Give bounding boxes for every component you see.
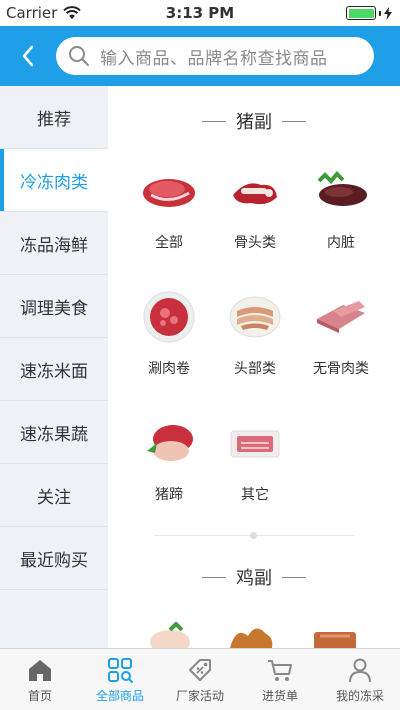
tab-label: 首页: [27, 688, 52, 703]
chevron-left-icon: [22, 45, 34, 67]
home-icon: [29, 659, 51, 681]
category-cell-boneless[interactable]: 无骨肉类: [298, 292, 384, 418]
search-placeholder: 输入商品、品牌名称查找商品: [100, 48, 328, 69]
status-bar: Carrier 3:13 PM: [0, 0, 400, 26]
category-label: 全部: [155, 235, 183, 251]
section-title-chicken: 鸡副: [108, 564, 400, 590]
cart-icon: [268, 659, 292, 681]
back-button[interactable]: [0, 26, 56, 86]
sidebar-item-frozen-meat[interactable]: 冷冻肉类: [0, 149, 108, 212]
category-cell-trotters[interactable]: 猪蹄: [126, 418, 212, 544]
pig-head-slices-icon: [225, 292, 285, 342]
chicken-thumb-3[interactable]: [312, 626, 358, 648]
tab-purchase-order[interactable]: 进货单: [240, 649, 320, 710]
sidebar-item-recommend[interactable]: 推荐: [0, 86, 108, 149]
charging-icon: [384, 6, 392, 20]
section-title-text: 鸡副: [236, 568, 272, 589]
wifi-icon: [63, 6, 82, 19]
search-input[interactable]: 输入商品、品牌名称查找商品: [56, 37, 374, 75]
tab-vendor-promotions[interactable]: 厂家活动: [160, 649, 240, 710]
sidebar-item-label: 冻品海鲜: [20, 235, 88, 256]
battery-icon: [346, 6, 376, 20]
category-cell-all[interactable]: 全部: [126, 166, 212, 292]
category-label: 涮肉卷: [148, 361, 190, 377]
category-cell-meat-rolls[interactable]: 涮肉卷: [126, 291, 212, 418]
sidebar-item-follow[interactable]: 关注: [0, 464, 108, 527]
tab-all-products[interactable]: 全部商品: [80, 649, 160, 710]
category-cell-other[interactable]: 其它: [212, 418, 298, 544]
sidebar-item-label: 速冻米面: [20, 361, 88, 382]
sidebar-item-label: 关注: [37, 487, 71, 508]
category-label: 无骨肉类: [313, 361, 369, 377]
pork-chunk-icon: [139, 166, 199, 216]
category-label: 骨头类: [234, 235, 276, 251]
category-label: 其它: [241, 487, 269, 503]
offal-icon: [311, 166, 371, 216]
category-cell-head[interactable]: 头部类: [212, 292, 298, 418]
section-divider-dot: [250, 532, 257, 539]
category-label: 猪蹄: [155, 487, 183, 503]
search-icon: [69, 46, 89, 66]
header: 输入商品、品牌名称查找商品: [0, 26, 400, 86]
category-cell-bones[interactable]: 骨头类: [212, 166, 298, 292]
meat-roll-plate-icon: [139, 291, 199, 343]
tab-my-account[interactable]: 我的冻采: [320, 649, 400, 710]
discount-tag-icon: [189, 658, 211, 681]
tab-label: 我的冻采: [335, 688, 384, 703]
tab-home[interactable]: 首页: [0, 649, 80, 710]
tab-label: 进货单: [261, 688, 298, 703]
grid-search-icon: [108, 657, 133, 683]
tab-label: 厂家活动: [175, 688, 224, 703]
sidebar-item-prepared-food[interactable]: 调理美食: [0, 275, 108, 338]
carrier-label: Carrier: [6, 4, 58, 22]
category-cell-offal[interactable]: 内脏: [298, 166, 384, 292]
pork-pack-icon: [225, 418, 285, 468]
category-content: 猪副 全部 骨头类 内脏 涮肉卷 头部类 无骨肉类 猪蹄 其它 鸡副: [108, 86, 400, 648]
pork-trotter-icon: [139, 418, 199, 468]
section-title-pork: 猪副: [108, 108, 400, 134]
sidebar-item-frozen-noodles[interactable]: 速冻米面: [0, 338, 108, 401]
battery-tip: [379, 10, 381, 16]
category-label: 内脏: [327, 235, 355, 251]
sidebar-item-label: 推荐: [37, 109, 71, 130]
sidebar-item-label: 调理美食: [20, 298, 88, 319]
user-icon: [349, 658, 371, 682]
boneless-meat-icon: [311, 292, 371, 342]
category-label: 头部类: [234, 361, 276, 377]
pork-grid: 全部 骨头类 内脏 涮肉卷 头部类 无骨肉类 猪蹄 其它: [126, 166, 396, 544]
pork-bone-icon: [225, 166, 285, 216]
chicken-thumb-2[interactable]: [226, 622, 276, 648]
sidebar-item-label: 冷冻肉类: [20, 172, 88, 193]
tab-label: 全部商品: [95, 688, 144, 703]
sidebar-item-label: 速冻果蔬: [20, 424, 88, 445]
sidebar-item-frozen-seafood[interactable]: 冻品海鲜: [0, 212, 108, 275]
sidebar-item-recent[interactable]: 最近购买: [0, 527, 108, 590]
sidebar-item-frozen-produce[interactable]: 速冻果蔬: [0, 401, 108, 464]
chicken-thumb-1[interactable]: [148, 621, 192, 648]
sidebar-item-label: 最近购买: [20, 550, 88, 571]
category-sidebar: 推荐 冷冻肉类 冻品海鲜 调理美食 速冻米面 速冻果蔬 关注 最近购买: [0, 86, 108, 648]
bottom-tab-bar: 首页 全部商品 厂家活动 进货单 我的冻采: [0, 648, 400, 710]
section-title-text: 猪副: [236, 112, 272, 133]
